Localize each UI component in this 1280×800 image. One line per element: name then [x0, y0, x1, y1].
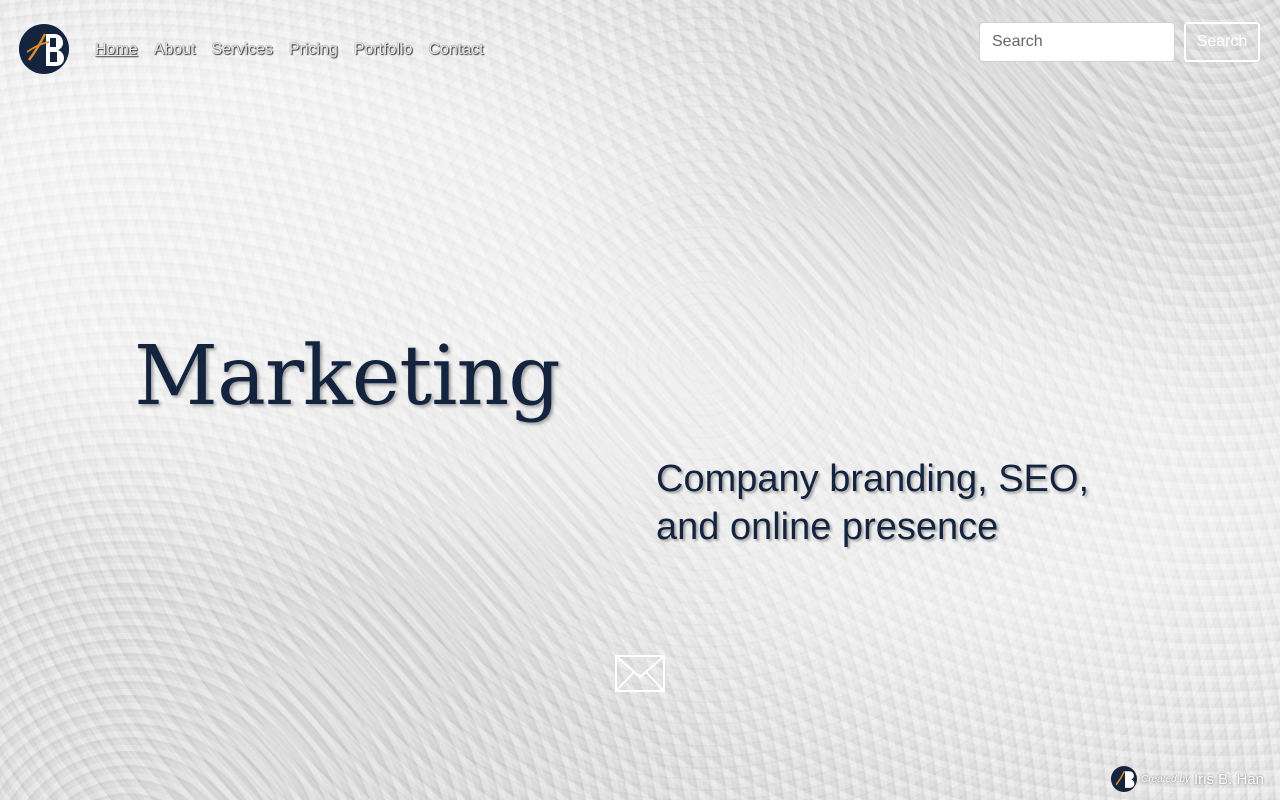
search-input[interactable] [979, 22, 1175, 62]
nav-home[interactable]: Home [95, 41, 138, 59]
nav-portfolio[interactable]: Portfolio [354, 41, 413, 59]
creator-logo [1111, 766, 1138, 792]
envelope-icon[interactable] [615, 655, 665, 692]
hero-title: Marketing [134, 329, 561, 424]
nav-pricing[interactable]: Pricing [289, 41, 338, 59]
credit-name: Iris B. Han [1193, 770, 1264, 788]
brand-logo[interactable] [19, 24, 69, 74]
search-button[interactable]: Search [1184, 22, 1260, 62]
credit-prefix: Created by [1141, 773, 1190, 785]
main-nav: Home About Services Pricing Portfolio Co… [95, 41, 484, 59]
nav-about[interactable]: About [154, 41, 196, 59]
site-header: Home About Services Pricing Portfolio Co… [0, 0, 1280, 100]
nav-services[interactable]: Services [212, 41, 273, 59]
creator-credit: Created by Iris B. Han [1111, 766, 1264, 792]
nav-contact[interactable]: Contact [428, 41, 483, 59]
hero-subtitle: Company branding, SEO, and online presen… [656, 458, 1090, 548]
